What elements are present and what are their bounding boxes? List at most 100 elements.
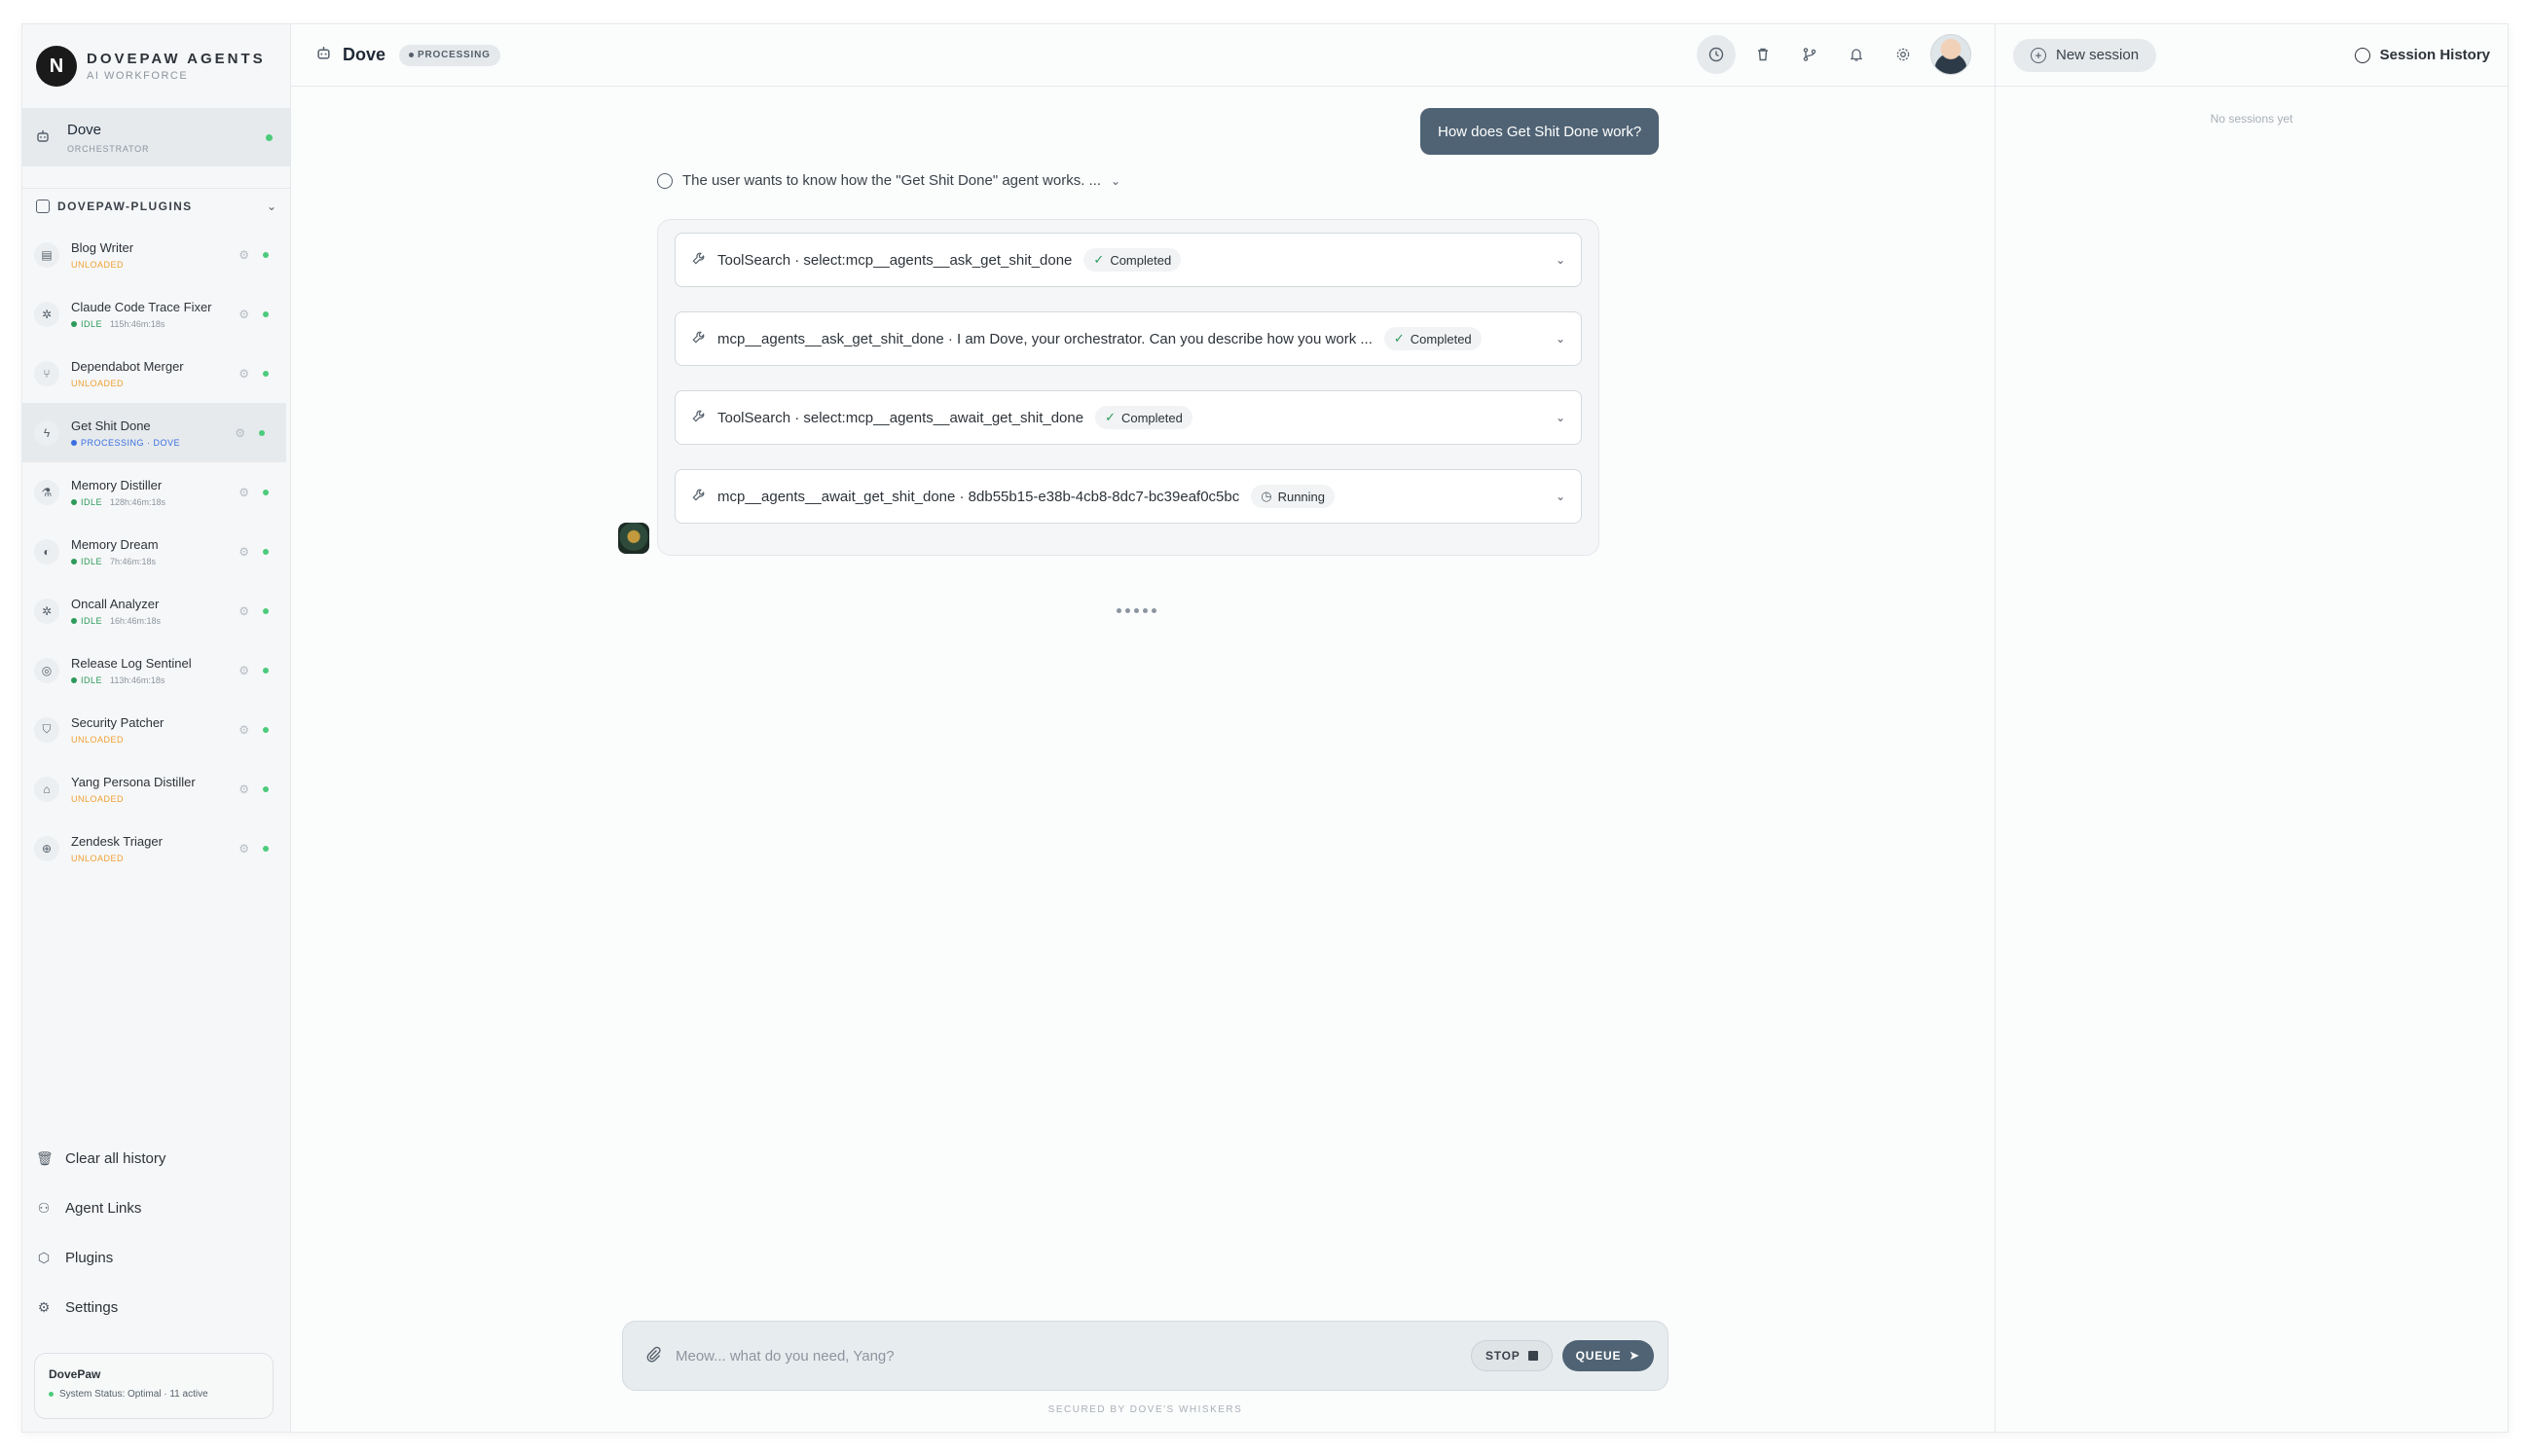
tool-call-text: ToolSearch · select:mcp__agents__await_g…: [717, 409, 1084, 426]
clock-icon[interactable]: [1697, 35, 1736, 74]
plugin-uptime: 128h:46m:18s: [110, 497, 166, 507]
check-circle-icon: ✓: [1093, 252, 1105, 267]
wrench-icon: [691, 330, 706, 348]
plugin-item[interactable]: ✲ Claude Code Trace Fixer IDLE 115h:46m:…: [22, 284, 290, 344]
tool-call-card[interactable]: mcp__agents__ask_get_shit_done · I am Do…: [675, 311, 1582, 366]
brain-icon: [657, 172, 673, 189]
plugin-item[interactable]: ⑂ Dependabot Merger UNLOADED ⚙: [22, 344, 290, 403]
plugin-item[interactable]: ✲ Oncall Analyzer IDLE 16h:46m:18s ⚙: [22, 581, 290, 640]
plugin-item[interactable]: ▤ Blog Writer UNLOADED ⚙: [22, 225, 290, 284]
brand-title: DOVEPAW AGENTS: [87, 51, 266, 67]
plugin-status: IDLE 7h:46m:18s: [71, 557, 217, 566]
gear-icon[interactable]: ⚙: [238, 367, 249, 381]
bell-icon[interactable]: [1837, 35, 1876, 74]
trash-icon[interactable]: [1743, 35, 1782, 74]
plugin-status-label: IDLE: [81, 616, 103, 626]
plugin-name: Security Patcher: [71, 715, 165, 730]
wrench-icon: [691, 488, 706, 506]
gear-icon[interactable]: ⚙: [238, 248, 249, 262]
tool-call-group: ToolSearch · select:mcp__agents__ask_get…: [657, 219, 1599, 556]
package-icon: ⬡: [37, 1250, 51, 1265]
wrench-icon: [691, 409, 706, 427]
plugin-status-label: UNLOADED: [71, 735, 125, 745]
gear-icon[interactable]: [1884, 35, 1923, 74]
sidebar-actions: 🗑 Clear all history ⚇ Agent Links ⬡ Plugin…: [22, 1134, 290, 1332]
document-icon: ▤: [34, 241, 59, 268]
plugin-list: ▤ Blog Writer UNLOADED ⚙ ✲ Claude Code T…: [22, 225, 290, 878]
robot-icon: [36, 129, 55, 146]
status-card-line: System Status: Optimal · 11 active: [59, 1389, 208, 1400]
message-input[interactable]: [676, 1347, 1471, 1365]
gear-icon[interactable]: ⚙: [238, 723, 249, 737]
stop-button[interactable]: STOP: [1470, 1340, 1553, 1371]
plugin-name: Dependabot Merger: [71, 359, 184, 374]
clock-icon: [2354, 47, 2370, 63]
sidebar-action-clear-all-history[interactable]: 🗑 Clear all history: [22, 1134, 290, 1183]
bug-icon: ✲: [34, 598, 59, 624]
gear-icon[interactable]: ⚙: [238, 842, 249, 855]
tool-call-text: mcp__agents__ask_get_shit_done · I am Do…: [717, 330, 1373, 347]
plugin-status: PROCESSING · DOVE: [71, 438, 217, 448]
plugin-uptime: 16h:46m:18s: [110, 616, 162, 626]
status-dot: [71, 440, 77, 446]
paperclip-icon[interactable]: [644, 1345, 662, 1367]
brand-logo: N: [36, 46, 77, 87]
plugin-item[interactable]: ⛉ Security Patcher UNLOADED ⚙: [22, 700, 290, 759]
check-circle-icon: ✓: [1105, 410, 1116, 424]
chevron-down-icon: ⌄: [266, 199, 276, 213]
tool-call-card[interactable]: mcp__agents__await_get_shit_done · 8db55…: [675, 469, 1582, 524]
sidebar-action-agent-links[interactable]: ⚇ Agent Links: [22, 1183, 290, 1233]
gear-icon[interactable]: ⚙: [238, 783, 249, 796]
user-message: How does Get Shit Done work?: [1420, 108, 1660, 155]
gear-icon[interactable]: ⚙: [235, 426, 245, 440]
gear-icon[interactable]: ⚙: [238, 308, 249, 321]
status-indicator: [49, 1392, 54, 1397]
plugin-item[interactable]: ⚗ Memory Distiller IDLE 128h:46m:18s ⚙: [22, 462, 290, 522]
merge-icon: ⑂: [34, 360, 59, 386]
chevron-down-icon: ⌄: [1111, 173, 1121, 188]
package-icon: [36, 199, 50, 213]
plugin-name: Memory Dream: [71, 537, 159, 552]
plugin-uptime: 7h:46m:18s: [110, 557, 157, 566]
gear-icon[interactable]: ⚙: [238, 664, 249, 677]
queue-button[interactable]: QUEUE ➤: [1561, 1340, 1654, 1371]
robot-icon: [316, 46, 331, 64]
tool-call-card[interactable]: ToolSearch · select:mcp__agents__await_g…: [675, 390, 1582, 445]
status-dot: [71, 618, 77, 624]
sidebar: N DOVEPAW AGENTS AI WORKFORCE Dove ORCHE…: [22, 24, 291, 1432]
orchestrator-item[interactable]: Dove ORCHESTRATOR: [22, 108, 290, 166]
tool-call-card[interactable]: ToolSearch · select:mcp__agents__ask_get…: [675, 233, 1582, 287]
plugin-status: UNLOADED: [71, 260, 217, 270]
plugin-item[interactable]: ϟ Get Shit Done PROCESSING · DOVE ⚙: [22, 403, 286, 462]
plugin-item[interactable]: ◎ Release Log Sentinel IDLE 113h:46m:18s…: [22, 640, 290, 700]
chevron-down-icon: ⌄: [1555, 490, 1565, 503]
git-branch-icon[interactable]: [1790, 35, 1829, 74]
plugin-item[interactable]: ⌂ Yang Persona Distiller UNLOADED ⚙: [22, 759, 290, 819]
plugin-status-label: IDLE: [81, 319, 103, 329]
online-indicator: [263, 310, 269, 317]
sidebar-action-plugins[interactable]: ⬡ Plugins: [22, 1233, 290, 1283]
badge-dot: [409, 53, 415, 57]
network-icon: ⚇: [37, 1200, 51, 1216]
tool-call-text: ToolSearch · select:mcp__agents__ask_get…: [717, 251, 1073, 269]
plugin-item[interactable]: ◐ Memory Dream IDLE 7h:46m:18s ⚙: [22, 522, 290, 581]
plugin-name: Oncall Analyzer: [71, 597, 160, 611]
sidebar-action-settings[interactable]: ⚙ Settings: [22, 1283, 290, 1332]
plugin-uptime: 113h:46m:18s: [110, 675, 165, 685]
robot-icon: ⌂: [34, 776, 59, 802]
plugin-item[interactable]: ⊕ Zendesk Triager UNLOADED ⚙: [22, 819, 290, 878]
avatar[interactable]: [1930, 34, 1971, 75]
tool-call-status: ✓ Completed: [1083, 248, 1182, 272]
sidebar-action-label: Agent Links: [65, 1200, 142, 1217]
sidebar-action-label: Clear all history: [65, 1150, 166, 1167]
gear-icon[interactable]: ⚙: [238, 486, 249, 499]
plugin-name: Blog Writer: [71, 240, 134, 255]
plugin-group-header[interactable]: DOVEPAW-PLUGINS ⌄: [22, 188, 290, 223]
plugin-uptime: 115h:46m:18s: [110, 319, 165, 329]
gear-icon[interactable]: ⚙: [238, 604, 249, 618]
check-circle-icon: ✓: [1393, 331, 1405, 346]
new-session-button[interactable]: + New session: [2013, 38, 2157, 72]
tool-call-status-label: Completed: [1410, 331, 1472, 346]
gear-icon[interactable]: ⚙: [238, 545, 249, 559]
thinking-summary[interactable]: The user wants to know how the "Get Shit…: [657, 172, 1120, 189]
